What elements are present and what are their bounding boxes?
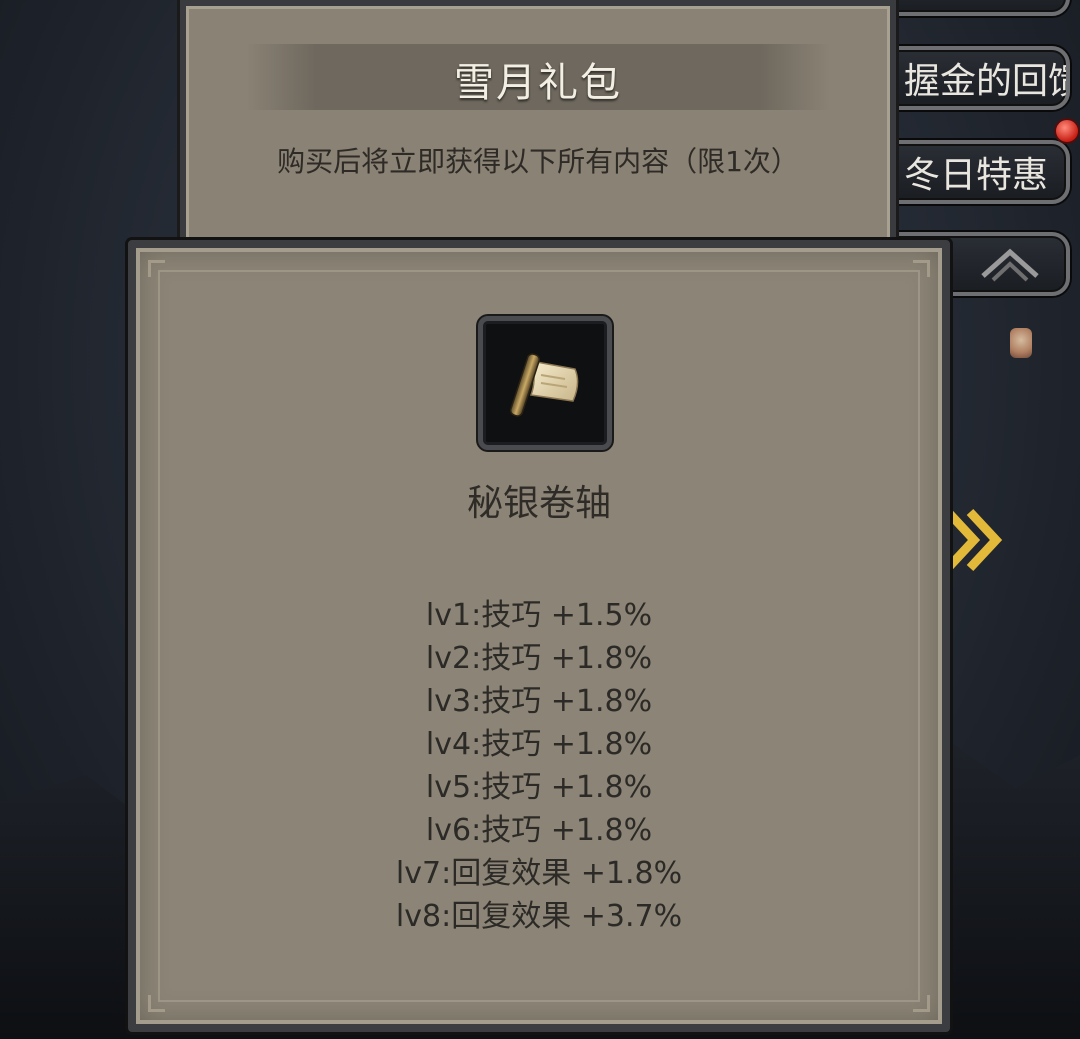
item-detail-panel: 秘银卷轴 lv1:技巧 +1.5% lv2:技巧 +1.8% lv3:技巧 +1… — [128, 240, 950, 1032]
stat-line: lv3:技巧 +1.8% — [425, 684, 653, 719]
side-tab-invest-reward[interactable]: 握金的回馈 — [890, 46, 1070, 110]
notification-dot — [1054, 118, 1080, 144]
stat-line: lv5:技巧 +1.8% — [425, 770, 653, 805]
corner-ornament — [913, 995, 930, 1012]
gift-title: 雪月礼包 — [454, 60, 622, 106]
gift-description: 购买后将立即获得以下所有内容（限1次） — [277, 145, 799, 178]
item-name: 秘银卷轴 — [466, 483, 611, 524]
stat-line: lv8:回复效果 +3.7% — [395, 899, 683, 934]
item-stats-list: lv1:技巧 +1.5% lv2:技巧 +1.8% lv3:技巧 +1.8% l… — [136, 594, 942, 938]
stat-line: lv2:技巧 +1.8% — [425, 641, 653, 676]
scroll-icon — [509, 353, 579, 417]
side-tab-invest-label: 握金的回馈 — [904, 61, 1070, 102]
corner-ornament — [148, 260, 165, 277]
stat-line: lv4:技巧 +1.8% — [425, 727, 653, 762]
corner-ornament — [913, 260, 930, 277]
side-tab-winter-label: 冬日特惠 — [904, 155, 1049, 196]
item-icon-frame — [478, 316, 612, 450]
side-tab-top[interactable] — [890, 0, 1070, 16]
side-tab-winter-special[interactable]: 冬日特惠 — [890, 140, 1070, 204]
stat-line: lv1:技巧 +1.5% — [425, 598, 653, 633]
stat-line: lv7:回复效果 +1.8% — [395, 856, 683, 891]
gift-panel: 雪月礼包 购买后将立即获得以下所有内容（限1次） — [180, 0, 896, 260]
corner-ornament — [148, 995, 165, 1012]
stat-line: lv6:技巧 +1.8% — [425, 813, 653, 848]
chevron-up-icon — [981, 248, 1039, 282]
lantern-decoration — [1010, 328, 1032, 358]
